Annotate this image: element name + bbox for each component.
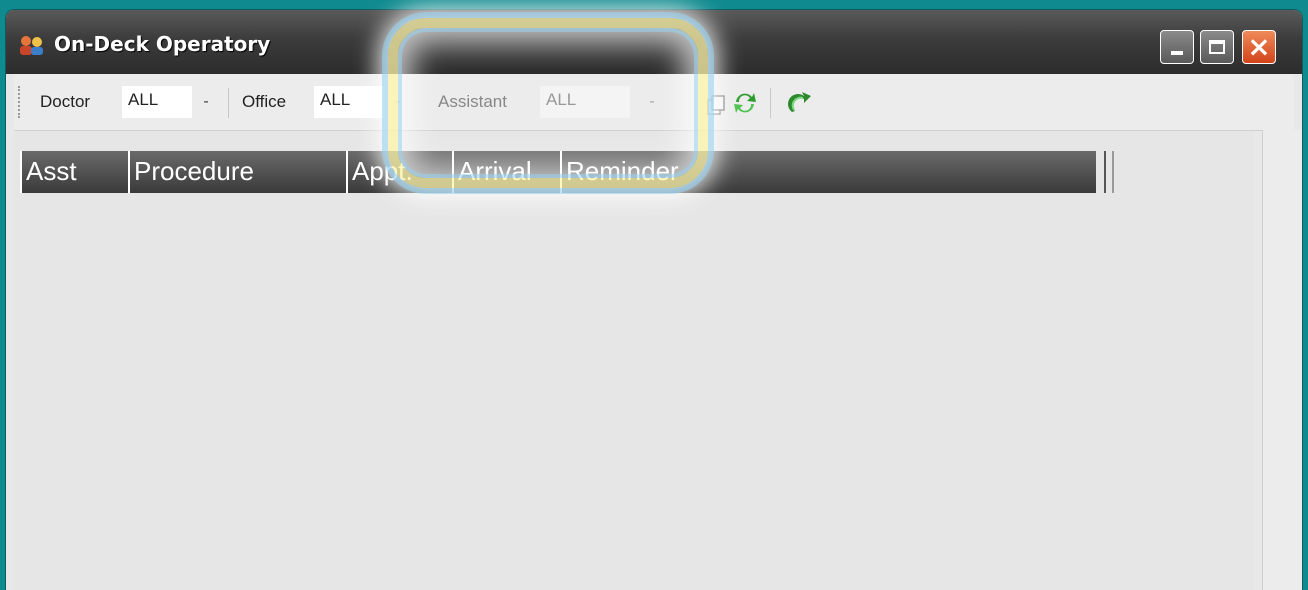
column-header-appt[interactable]: Appt. [346, 151, 452, 193]
undo-icon[interactable] [784, 88, 814, 118]
copy-icon[interactable] [698, 88, 728, 118]
assistant-label: Assistant [438, 92, 507, 111]
doctor-label: Doctor [40, 92, 91, 111]
title-bar[interactable]: On-Deck Operatory × [6, 10, 1302, 74]
close-button[interactable]: × [1242, 30, 1276, 64]
assistant-dropdown-button[interactable]: - [640, 86, 664, 118]
office-dropdown-button[interactable]: - [386, 86, 410, 118]
toolbar-separator [770, 88, 771, 118]
column-resize-handle[interactable] [1104, 151, 1114, 193]
toolbar-separator [228, 88, 229, 118]
column-header-procedure[interactable]: Procedure [128, 151, 346, 193]
grid-header: Asst Procedure Appt. Arrival Reminder [20, 151, 1096, 193]
appointment-grid[interactable]: Asst Procedure Appt. Arrival Reminder [14, 130, 1254, 590]
close-icon: × [1247, 30, 1271, 63]
right-panel [1262, 130, 1302, 590]
maximize-icon [1209, 40, 1225, 54]
app-window: On-Deck Operatory × Doctor ALL - Office … [6, 10, 1302, 590]
filter-toolbar: Doctor ALL - Office ALL - Assistant ALL … [14, 74, 1294, 131]
assistant-select[interactable]: ALL [540, 86, 630, 118]
window-title: On-Deck Operatory [54, 32, 271, 56]
office-select[interactable]: ALL [314, 86, 384, 118]
column-header-asst[interactable]: Asst [20, 151, 128, 193]
doctor-select[interactable]: ALL [122, 86, 192, 118]
office-label: Office [242, 92, 287, 111]
toolbar-grip[interactable] [18, 86, 22, 118]
minimize-button[interactable] [1160, 30, 1194, 64]
refresh-icon[interactable] [730, 88, 760, 118]
column-header-reminder[interactable]: Reminder [560, 151, 1096, 193]
app-people-icon [18, 34, 46, 56]
minimize-icon [1171, 51, 1183, 55]
doctor-dropdown-button[interactable]: - [194, 86, 218, 118]
column-header-arrival[interactable]: Arrival [452, 151, 560, 193]
maximize-button[interactable] [1200, 30, 1234, 64]
